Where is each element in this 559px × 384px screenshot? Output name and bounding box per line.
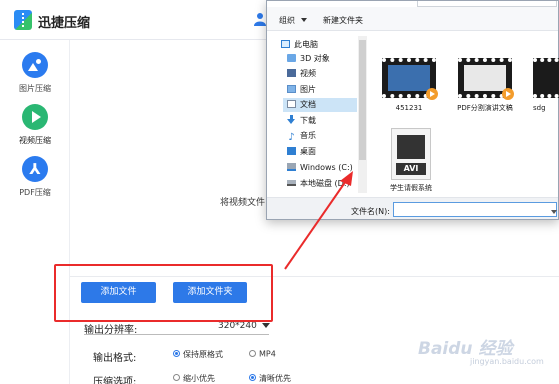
tree-item-videos[interactable]: 视频 [287,67,316,81]
compress-label: 压缩选项: [93,377,137,384]
video-file-icon [533,58,559,98]
tree-item-music[interactable]: ♪ 音乐 [287,129,316,143]
file-item-avi[interactable]: AVI 学生请假系统 [387,128,435,193]
tree-item-drive-d[interactable]: 本地磁盘 (D:) [287,177,350,191]
app-logo [14,10,32,30]
resolution-select[interactable]: 320*240 [218,321,257,331]
image-icon [22,52,48,78]
radio-checked-icon[interactable] [249,374,256,381]
user-icon[interactable] [254,12,266,26]
sidebar: 图片压缩 视频压缩 ⅄ PDF压缩 [0,40,70,384]
file-open-dialog: 组织 新建文件夹 此电脑 3D 对象 视频 图片 文档 下载 ♪ 音乐 桌面 Wi… [266,0,559,220]
download-icon [287,115,296,124]
file-list: 451231 PDF分割演讲文稿 sdg AVI 学生请假系统 [371,32,559,196]
sidebar-item-video-compress[interactable]: 视频压缩 [0,104,70,146]
desktop-icon [287,146,296,155]
filename-label: 文件名(N): [351,207,390,216]
sidebar-item-label: 图片压缩 [19,84,51,93]
compress-option-clarity[interactable]: 清晰优先 [249,373,291,384]
format-option-mp4[interactable]: MP4 [249,349,276,360]
chevron-down-icon[interactable] [301,18,307,22]
tree-item-downloads[interactable]: 下载 [287,114,316,128]
drop-hint: 将视频文件 [220,198,266,208]
filename-input[interactable] [393,202,557,217]
disk-drive-icon [287,179,296,186]
navigation-tree: 此电脑 3D 对象 视频 图片 文档 下载 ♪ 音乐 桌面 Windows (C:… [267,32,370,196]
tree-item-documents[interactable]: 文档 [283,98,357,112]
dialog-footer: 文件名(N): [267,197,558,219]
music-icon: ♪ [288,131,295,143]
tree-item-drive-c[interactable]: Windows (C:) [287,161,353,175]
video-file-icon [382,58,438,100]
documents-folder-icon [287,99,296,108]
tree-item-pictures[interactable]: 图片 [287,83,316,97]
avi-file-icon: AVI [391,128,431,180]
computer-icon [281,39,290,48]
radio-unchecked-icon[interactable] [249,349,256,357]
watermark-logo: Baidu 经验 [418,339,513,359]
format-option-keep[interactable]: 保持原格式 [173,349,223,361]
tree-item-3d-objects[interactable]: 3D 对象 [287,52,330,66]
pictures-folder-icon [287,84,296,93]
radio-checked-icon[interactable] [173,350,180,357]
tree-item-desktop[interactable]: 桌面 [287,145,316,159]
sidebar-item-label: 视频压缩 [19,136,51,145]
sidebar-item-pdf-compress[interactable]: ⅄ PDF压缩 [0,156,70,198]
dialog-toolbar: 组织 新建文件夹 [267,7,558,31]
annotation-highlight-box [54,264,273,322]
organize-menu[interactable]: 组织 [279,15,295,26]
windows-drive-icon [287,162,296,171]
video-folder-icon [287,68,296,77]
scrollbar-thumb[interactable] [359,40,366,160]
format-label: 输出格式: [93,353,137,364]
tree-item-this-pc[interactable]: 此电脑 [281,38,318,52]
resolution-select-underline [84,334,269,335]
pdf-icon: ⅄ [22,156,48,182]
format-row: 输出格式: 保持原格式 MP4 [93,349,276,364]
sidebar-item-image-compress[interactable]: 图片压缩 [0,52,70,94]
compress-option-size[interactable]: 缩小优先 [173,373,215,384]
new-folder-button[interactable]: 新建文件夹 [323,15,363,26]
play-icon [426,88,438,100]
3d-object-icon [287,53,296,62]
chevron-down-icon[interactable] [551,210,557,214]
file-item-sdg[interactable]: sdg [533,58,559,113]
video-file-icon [458,58,514,100]
chevron-down-icon[interactable] [262,323,270,328]
play-icon [502,88,514,100]
file-item-451231[interactable]: 451231 [379,58,439,113]
file-item-pdf-split[interactable]: PDF分割演讲文稿 [455,58,515,113]
watermark-url: jingyan.baidu.com [470,357,544,366]
play-icon [22,104,48,130]
sidebar-item-label: PDF压缩 [19,188,51,197]
radio-unchecked-icon[interactable] [173,374,180,381]
app-title: 迅捷压缩 [38,16,91,31]
tree-scrollbar[interactable] [358,36,367,193]
compress-row: 压缩选项: 缩小优先 清晰优先 [93,373,291,384]
